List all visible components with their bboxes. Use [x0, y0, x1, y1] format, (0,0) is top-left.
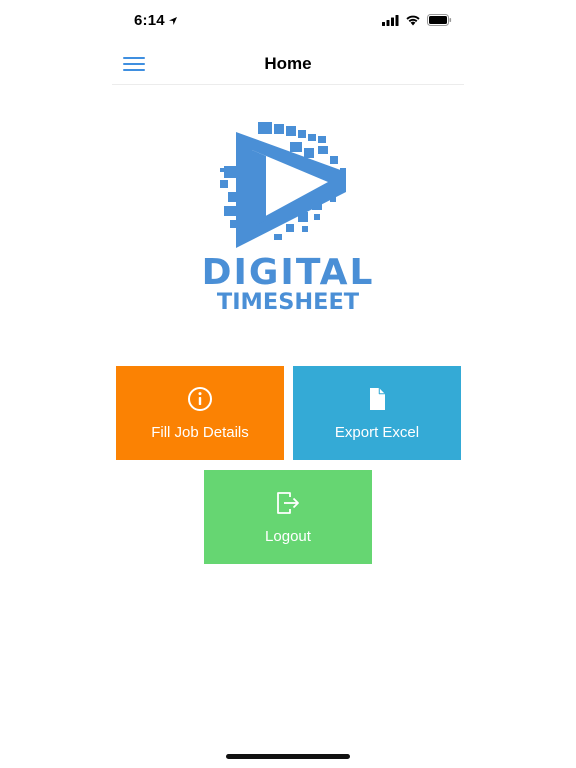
wifi-icon: [406, 15, 420, 26]
logout-button[interactable]: Logout: [204, 470, 372, 564]
location-arrow-icon: [169, 17, 177, 25]
export-excel-button[interactable]: Export Excel: [293, 366, 461, 460]
page-title: Home: [264, 54, 312, 73]
info-circle-icon: [188, 387, 212, 411]
status-time: 6:14: [134, 12, 165, 29]
play-triangle-logo-icon: [220, 122, 346, 248]
logo-text-digital: DIGITAL: [201, 252, 375, 293]
fill-job-details-label: Fill Job Details: [151, 424, 249, 441]
battery-icon: [427, 14, 452, 26]
file-icon: [370, 388, 385, 410]
fill-job-details-button[interactable]: Fill Job Details: [116, 366, 284, 460]
logout-icon: [277, 492, 299, 514]
logout-label: Logout: [265, 528, 311, 545]
export-excel-label: Export Excel: [334, 424, 420, 441]
nav-bar: Home: [112, 44, 464, 85]
signal-icon: [382, 14, 399, 26]
home-indicator[interactable]: [226, 754, 350, 759]
status-bar: 6:14: [112, 0, 464, 44]
status-icons: [382, 14, 452, 26]
logo-text-timesheet: TIMESHEET: [216, 290, 360, 315]
app-logo: DIGITAL TIMESHEET: [200, 116, 376, 320]
